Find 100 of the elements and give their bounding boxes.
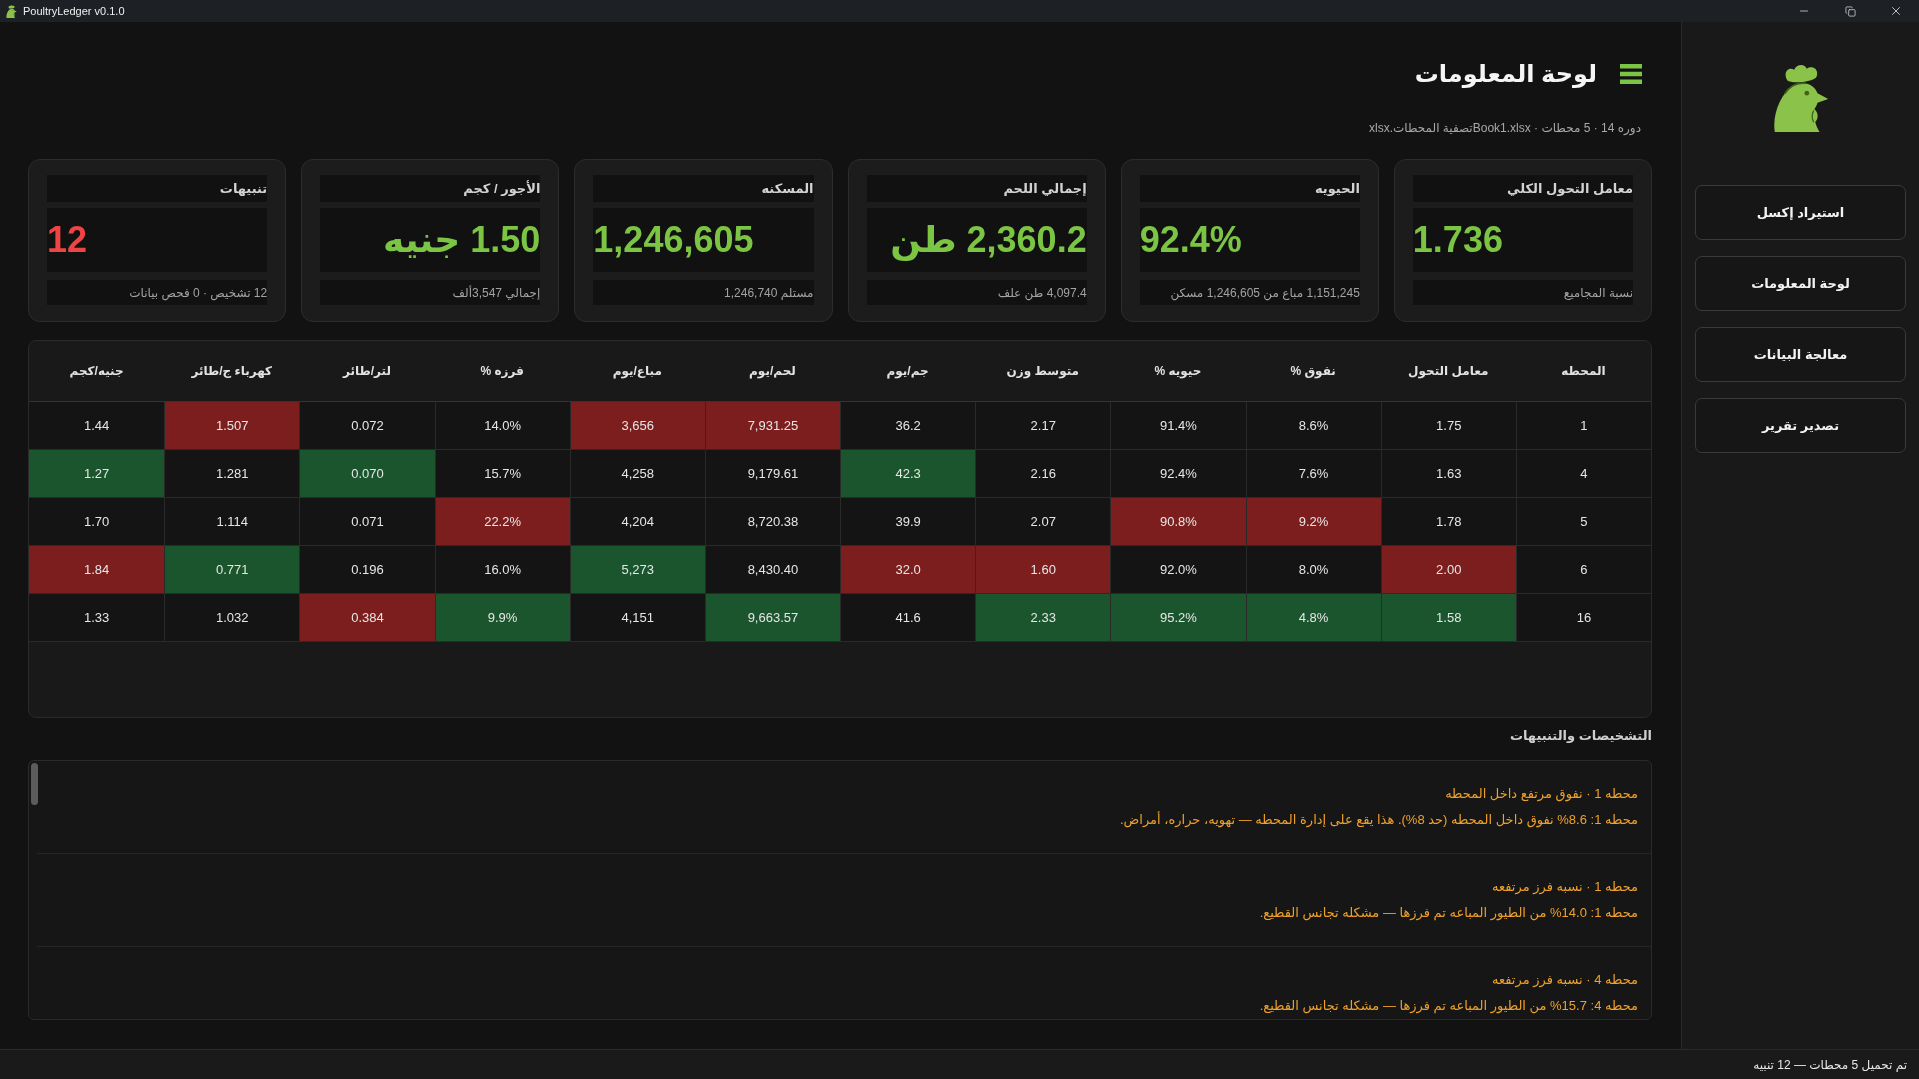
table-cell: 91.4% (1110, 402, 1246, 449)
table-cell: 1.281 (164, 450, 300, 497)
table-cell: 16.0% (434, 546, 570, 593)
menu-button[interactable] (1620, 64, 1642, 84)
column-header[interactable]: فرزه % (434, 341, 570, 401)
table-cell: 1.60 (975, 546, 1111, 593)
column-header[interactable]: جم/يوم (840, 341, 976, 401)
column-header[interactable]: المحطه (1515, 341, 1651, 401)
status-text: تم تحميل 5 محطات — 12 تنبيه (1753, 1056, 1907, 1074)
table-cell: 92.0% (1110, 546, 1246, 593)
column-header[interactable]: معامل التحول (1380, 341, 1516, 401)
column-header[interactable]: مباع/يوم (569, 341, 705, 401)
table-cell: 1 (1515, 402, 1651, 449)
table-cell: 0.070 (299, 450, 435, 497)
table-cell: 0.196 (299, 546, 435, 593)
table-cell: 2.16 (975, 450, 1111, 497)
page-subtitle: دوره 14 · 5 محطات · Book1.xlsxتصفية المحطات.xlsx (1369, 120, 1641, 136)
table-cell: 41.6 (840, 594, 976, 641)
alert-message: محطه 4: 15.7% من الطيور المباعه تم فرزها — مشكله تجانس القطيع. (1259, 997, 1638, 1015)
table-cell: 14.0% (434, 402, 570, 449)
table-cell: 0.771 (164, 546, 300, 593)
table-cell: 42.3 (840, 450, 976, 497)
table-cell: 2.00 (1380, 546, 1516, 593)
sidebar-button[interactable]: تصدير تقرير (1695, 398, 1906, 453)
scrollbar-thumb[interactable] (31, 763, 38, 805)
kpi-note: إجمالي 3,547ألف (320, 280, 541, 305)
sidebar-button[interactable]: معالجة البيانات (1695, 327, 1906, 382)
table-cell: 1.33 (29, 594, 165, 641)
table-cell: 36.2 (840, 402, 976, 449)
table-cell: 95.2% (1110, 594, 1246, 641)
table-cell: 0.071 (299, 498, 435, 545)
table-cell: 15.7% (434, 450, 570, 497)
table-cell: 9.2% (1245, 498, 1381, 545)
column-header[interactable]: متوسط وزن (975, 341, 1111, 401)
table-cell: 8,720.38 (704, 498, 840, 545)
column-header[interactable]: كهرباء ج/طائر (164, 341, 300, 401)
table-cell: 4 (1515, 450, 1651, 497)
table-cell: 16 (1515, 594, 1651, 641)
close-icon (1889, 4, 1903, 18)
kpi-label: إجمالي اللحم (866, 175, 1087, 202)
table-cell: 5,273 (569, 546, 705, 593)
kpi-label: الحيويه (1139, 175, 1360, 202)
column-header[interactable]: نفوق % (1245, 341, 1381, 401)
restore-icon (1844, 5, 1856, 17)
kpi-label: المسكنه (593, 175, 814, 202)
column-header[interactable]: جنيه/كجم (29, 341, 165, 401)
table-cell: 1.70 (29, 498, 165, 545)
chicken-icon (6, 4, 17, 18)
table-cell: 4,258 (569, 450, 705, 497)
table-cell: 4,151 (569, 594, 705, 641)
alert-title: محطه 1 · نفوق مرتفع داخل المحطه (1445, 785, 1638, 803)
column-header[interactable]: حيويه % (1110, 341, 1246, 401)
kpi-note: مستلم 1,246,740 (593, 280, 814, 305)
table-cell: 6 (1515, 546, 1651, 593)
table-cell: 0.072 (299, 402, 435, 449)
table-cell: 4.8% (1245, 594, 1381, 641)
column-header[interactable]: لتر/طائر (299, 341, 435, 401)
table-cell: 9,663.57 (704, 594, 840, 641)
table-cell: 92.4% (1110, 450, 1246, 497)
table-cell: 7.6% (1245, 450, 1381, 497)
table-cell: 3,656 (569, 402, 705, 449)
table-cell: 1.78 (1380, 498, 1516, 545)
page-title: لوحة المعلومات (1414, 59, 1597, 90)
alert-message: محطه 1: 8.6% نفوق داخل المحطه (حد 8%). هذا يقع على إدارة المحطه — تهويه، حراره، أمراض. (1119, 811, 1638, 829)
table-cell: 1.84 (29, 546, 165, 593)
menu-icon (1620, 64, 1642, 84)
table-cell: 1.63 (1380, 450, 1516, 497)
table-cell: 22.2% (434, 498, 570, 545)
sidebar-button[interactable]: استيراد إكسل (1695, 185, 1906, 240)
table-cell: 1.75 (1380, 402, 1516, 449)
kpi-label: معامل التحول الكلي (1412, 175, 1633, 202)
section-title: التشخيصات والتنبيهات (1509, 727, 1652, 745)
table-cell: 1.27 (29, 450, 165, 497)
kpi-value: 2,360.2 طن (866, 208, 1087, 272)
table-cell: 2.07 (975, 498, 1111, 545)
kpi-value: 1.736 (1412, 208, 1633, 272)
chicken-logo (1771, 64, 1830, 132)
alert-message: محطه 1: 14.0% من الطيور المباعه تم فرزها — مشكله تجانس القطيع. (1259, 904, 1638, 922)
kpi-value: 92.4% (1139, 208, 1360, 272)
table-cell: 9,179.61 (704, 450, 840, 497)
kpi-label: الأجور / كجم (320, 175, 541, 202)
kpi-value: 1.50 جنيه (320, 208, 541, 272)
sidebar-button[interactable]: لوحة المعلومات (1695, 256, 1906, 311)
table-cell: 0.384 (299, 594, 435, 641)
kpi-note: نسبة المجاميع (1412, 280, 1633, 305)
alert-title: محطه 1 · نسبه فرز مرتفعه (1492, 878, 1638, 896)
kpi-note: 4,097.4 طن علف (866, 280, 1087, 305)
table-cell: 1.58 (1380, 594, 1516, 641)
table-cell: 5 (1515, 498, 1651, 545)
table-cell: 39.9 (840, 498, 976, 545)
table-cell: 90.8% (1110, 498, 1246, 545)
column-header[interactable]: لحم/يوم (704, 341, 840, 401)
table-cell: 7,931.25 (704, 402, 840, 449)
table-cell: 8,430.40 (704, 546, 840, 593)
kpi-value: 1,246,605 (593, 208, 814, 272)
kpi-note: 12 تشخيص · 0 فحص بيانات (47, 280, 268, 305)
table-cell: 1.114 (164, 498, 300, 545)
kpi-label: تنبيهات (47, 175, 268, 202)
kpi-value: 12 (47, 208, 268, 272)
table-cell: 8.6% (1245, 402, 1381, 449)
